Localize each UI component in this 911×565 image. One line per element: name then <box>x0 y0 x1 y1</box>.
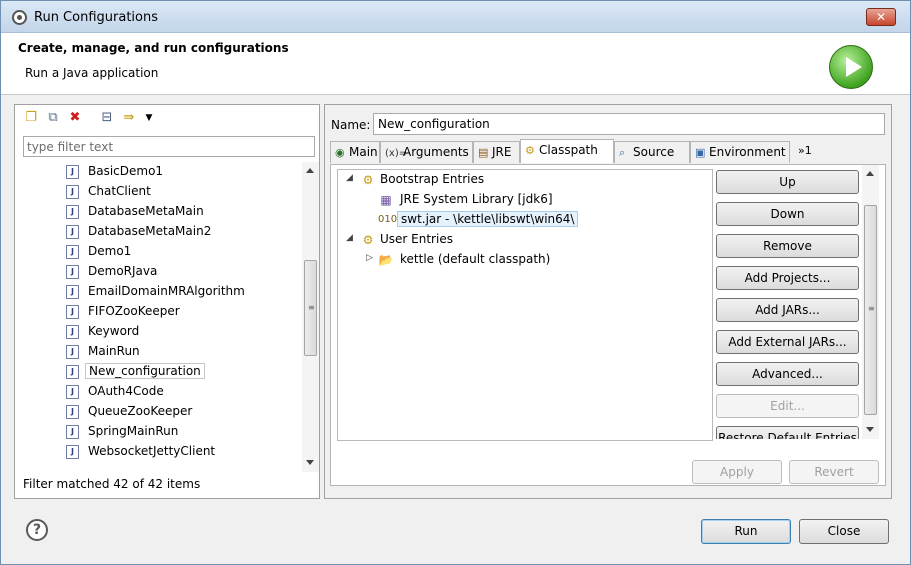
dialog-header: Create, manage, and run configurations R… <box>1 33 910 95</box>
filter-icon[interactable]: ⇛ <box>121 110 137 126</box>
tab-jre[interactable]: ▤ JRE <box>473 141 520 163</box>
eclipse-icon <box>12 10 27 25</box>
tab-source[interactable]: ⌕ Source <box>614 141 690 163</box>
configuration-list-pane: ❐ ⧉ ✖ ⊟ ⇛ ▼ JBasicDemo1 JChatClient JDat… <box>14 104 320 499</box>
filter-input[interactable] <box>23 136 315 157</box>
add-external-jars-button[interactable]: Add External JARs... <box>716 330 859 354</box>
close-button[interactable]: Close <box>799 519 889 544</box>
name-field[interactable] <box>373 113 885 135</box>
jre-tab-icon: ▤ <box>478 146 489 159</box>
add-projects-button[interactable]: Add Projects... <box>716 266 859 290</box>
up-button[interactable]: Up <box>716 170 859 194</box>
help-icon[interactable]: ? <box>26 519 48 541</box>
filter-status: Filter matched 42 of 42 items <box>23 477 201 491</box>
library-icon: ▦ <box>380 193 392 207</box>
main-tab-icon: ◉ <box>335 146 345 159</box>
down-button[interactable]: Down <box>716 202 859 226</box>
new-configuration-icon[interactable]: ❐ <box>23 110 39 126</box>
classpath-tab-content: ◢ ⚙ Bootstrap Entries ▦ JRE System Libra… <box>330 164 886 486</box>
run-button[interactable]: Run <box>701 519 791 544</box>
tab-environment[interactable]: ▣ Environment <box>690 141 790 163</box>
configuration-editor: Name: ◉Main (x)=Arguments ▤JRE ⚙Classpat… <box>324 104 892 499</box>
expand-triangle-icon[interactable]: ◢ <box>346 173 353 183</box>
collapse-all-icon[interactable]: ⊟ <box>99 110 115 126</box>
classpath-entries-icon: ⚙ <box>362 173 374 187</box>
dropdown-icon[interactable]: ▼ <box>141 110 157 126</box>
environment-tab-icon: ▣ <box>695 146 706 159</box>
collapse-triangle-icon[interactable]: ▷ <box>366 253 373 263</box>
edit-button[interactable]: Edit... <box>716 394 859 418</box>
java-app-icon: J <box>66 425 79 439</box>
java-app-icon: J <box>66 165 79 179</box>
title-bar: Run Configurations ✕ <box>1 1 910 33</box>
arguments-tab-icon: (x)= <box>385 148 408 159</box>
configuration-list: J BasicDemo1 J ChatClient J DatabaseMetaMai… <box>15 162 302 472</box>
header-title: Create, manage, and run configurations <box>18 41 289 55</box>
configuration-toolbar: ❐ ⧉ ✖ ⊟ ⇛ ▼ <box>15 105 319 131</box>
classpath-buttons: Up Down Remove Add Projects... Add JARs.… <box>716 165 861 439</box>
revert-button[interactable]: Revert <box>789 460 879 484</box>
restore-default-entries-button[interactable]: Restore Default Entries <box>716 426 859 439</box>
java-app-icon: J <box>66 245 79 259</box>
java-app-icon: J <box>66 265 79 279</box>
scroll-down-icon[interactable] <box>866 427 874 432</box>
java-app-icon: J <box>66 225 79 239</box>
apply-button[interactable]: Apply <box>692 460 782 484</box>
tab-classpath[interactable]: ⚙ Classpath <box>520 139 614 163</box>
window-close-button[interactable]: ✕ <box>866 8 896 26</box>
java-app-icon: J <box>66 445 79 459</box>
classpath-tree: ◢ ⚙ Bootstrap Entries ▦ JRE System Libra… <box>337 169 713 441</box>
java-app-icon: J <box>66 405 79 419</box>
jar-icon: 010 <box>378 214 398 225</box>
grip-icon: ≡ <box>308 303 315 312</box>
project-icon: 📂 <box>378 253 394 267</box>
expand-triangle-icon[interactable]: ◢ <box>346 233 353 243</box>
java-app-icon: J <box>66 365 79 379</box>
scroll-up-icon[interactable] <box>866 171 874 176</box>
java-app-icon: J <box>66 185 79 199</box>
grip-icon: ≡ <box>868 304 875 313</box>
java-app-icon: J <box>66 305 79 319</box>
advanced-button[interactable]: Advanced... <box>716 362 859 386</box>
classpath-entries-icon: ⚙ <box>362 233 374 247</box>
scroll-up-icon[interactable] <box>306 168 314 173</box>
window-title: Run Configurations <box>34 10 158 25</box>
tab-main[interactable]: ◉ Main <box>330 141 380 163</box>
java-app-icon: J <box>66 345 79 359</box>
configuration-list-scrollbar[interactable]: ≡ <box>302 162 319 472</box>
java-app-icon: J <box>66 205 79 219</box>
more-tabs[interactable]: »1 <box>798 144 812 157</box>
scroll-thumb[interactable]: ≡ <box>304 260 317 356</box>
scroll-down-icon[interactable] <box>306 460 314 465</box>
header-subtitle: Run a Java application <box>25 66 159 80</box>
scroll-thumb[interactable]: ≡ <box>864 205 877 415</box>
java-app-icon: J <box>66 285 79 299</box>
duplicate-icon[interactable]: ⧉ <box>45 110 61 126</box>
source-tab-icon: ⌕ <box>619 146 626 159</box>
tab-bar: ◉ Main (x)=Arguments ▤ JRE ⚙ Classpath ⌕ Sou… <box>330 139 886 163</box>
classpath-tab-icon: ⚙ <box>525 144 535 157</box>
add-jars-button[interactable]: Add JARs... <box>716 298 859 322</box>
java-app-icon: J <box>66 385 79 399</box>
remove-button[interactable]: Remove <box>716 234 859 258</box>
java-app-icon: J <box>66 325 79 339</box>
name-label: Name: <box>331 118 371 132</box>
tab-arguments[interactable]: (x)=Arguments <box>380 141 473 163</box>
run-icon <box>829 45 873 89</box>
delete-icon[interactable]: ✖ <box>67 110 83 126</box>
classpath-buttons-scrollbar[interactable]: ≡ <box>862 165 879 439</box>
run-configurations-dialog: Run Configurations ✕ Create, manage, and… <box>0 0 911 565</box>
